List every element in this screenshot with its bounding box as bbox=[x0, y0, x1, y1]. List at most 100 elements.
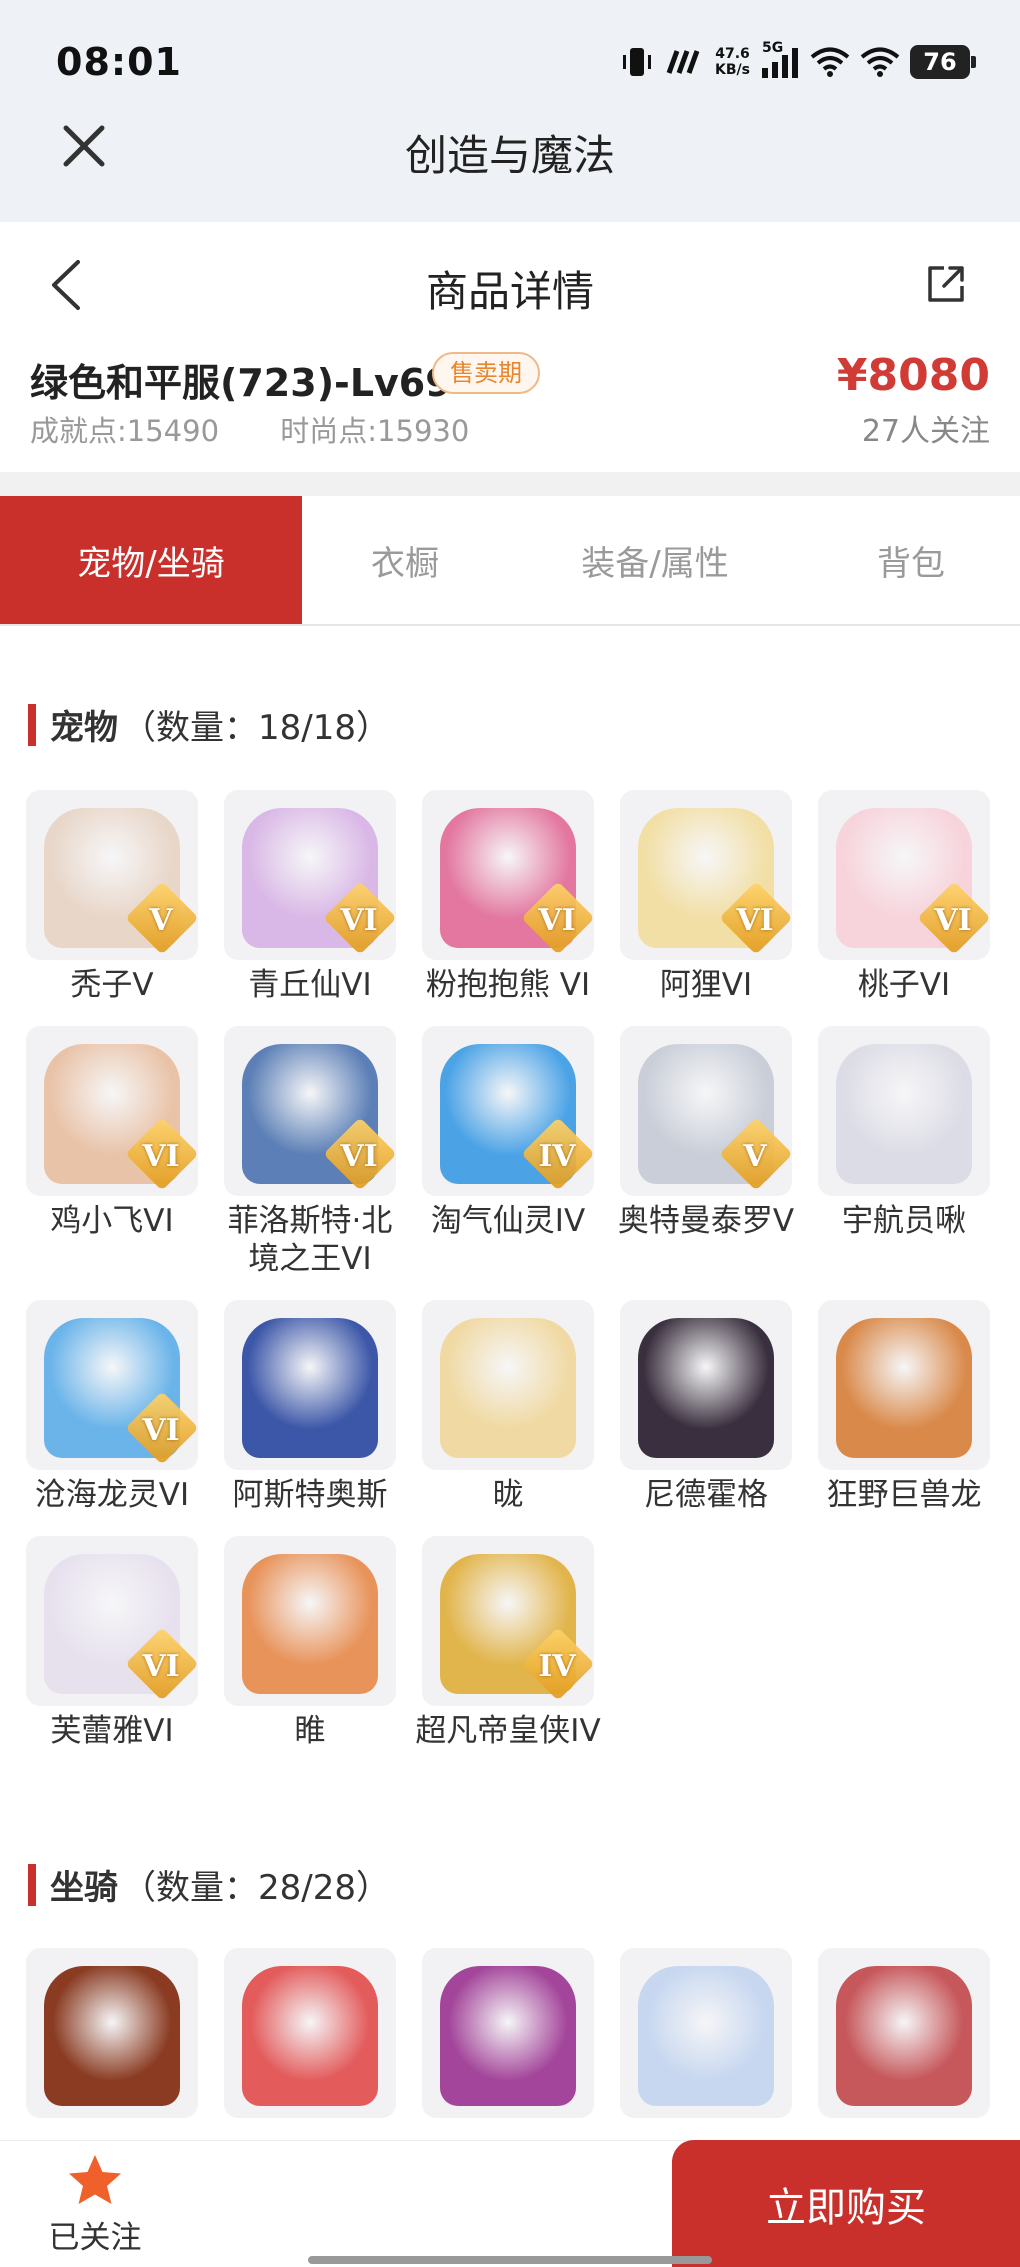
pet-card[interactable]: VI 阿狸VI bbox=[620, 790, 792, 1026]
pet-name: 阿斯特奥斯 bbox=[232, 1477, 388, 1513]
pets-count: （数量：18/18） bbox=[122, 708, 390, 748]
pet-image bbox=[638, 1318, 774, 1458]
tab-wardrobe[interactable]: 衣橱 bbox=[302, 496, 508, 624]
share-icon bbox=[928, 266, 964, 302]
pet-thumbnail: V bbox=[620, 1026, 792, 1196]
fashion-value: 15930 bbox=[377, 414, 470, 448]
pet-name: 菲洛斯特·北境之王VI bbox=[227, 1203, 393, 1277]
status-time: 08:01 bbox=[56, 40, 182, 84]
grade-badge-text: V bbox=[743, 1139, 767, 1174]
pet-card[interactable]: VI 菲洛斯特·北境之王VI bbox=[224, 1026, 396, 1300]
pet-name: 沧海龙灵VI bbox=[34, 1477, 190, 1513]
grade-badge-text: VI bbox=[340, 903, 378, 938]
pet-card[interactable]: VI 粉抱抱熊 VI bbox=[422, 790, 594, 1026]
mount-thumbnail bbox=[224, 1948, 396, 2118]
buy-now-button[interactable]: 立即购买 bbox=[672, 2140, 1020, 2267]
pet-name: 睢 bbox=[294, 1713, 326, 1749]
pet-card[interactable]: VI 青丘仙VI bbox=[224, 790, 396, 1026]
pet-card[interactable]: VI 沧海龙灵VI bbox=[26, 1300, 198, 1536]
pet-image bbox=[440, 1318, 576, 1458]
fashion-label: 时尚点: bbox=[280, 414, 378, 448]
nfc-icon bbox=[665, 44, 705, 80]
pet-thumbnail: VI bbox=[26, 1536, 198, 1706]
pet-thumbnail bbox=[620, 1300, 792, 1470]
pet-thumbnail: IV bbox=[422, 1536, 594, 1706]
pet-card[interactable]: VI 桃子VI bbox=[818, 790, 990, 1026]
pets-title: 宠物 bbox=[50, 708, 118, 748]
grade-badge-text: VI bbox=[142, 1649, 180, 1684]
pet-thumbnail bbox=[422, 1300, 594, 1470]
pet-thumbnail: VI bbox=[26, 1300, 198, 1470]
vibrate-icon bbox=[619, 44, 655, 80]
tab-equipment-attributes[interactable]: 装备/属性 bbox=[508, 496, 802, 624]
pet-card[interactable]: 宇航员啾 bbox=[818, 1026, 990, 1300]
grade-badge-text: VI bbox=[142, 1139, 180, 1174]
follow-label: 已关注 bbox=[48, 2220, 142, 2256]
pet-card[interactable]: VI 芙蕾雅VI bbox=[26, 1536, 198, 1810]
pet-image bbox=[836, 1318, 972, 1458]
mount-image bbox=[836, 1966, 972, 2106]
pet-card[interactable]: VI 鸡小飞VI bbox=[26, 1026, 198, 1300]
pet-name: 奥特曼泰罗V bbox=[617, 1203, 795, 1239]
pet-name: 昽 bbox=[492, 1477, 524, 1513]
item-price: ¥8080 bbox=[836, 350, 990, 401]
follower-count: 27人关注 bbox=[861, 414, 990, 449]
achievement-label: 成就点: bbox=[30, 414, 127, 448]
fashion-points: 时尚点:15930 bbox=[280, 414, 469, 448]
pet-name: 青丘仙VI bbox=[248, 967, 372, 1003]
pet-card[interactable]: 尼德霍格 bbox=[620, 1300, 792, 1536]
tab-backpack[interactable]: 背包 bbox=[802, 496, 1020, 624]
pet-card[interactable]: 狂野巨兽龙 bbox=[818, 1300, 990, 1536]
grade-badge-text: VI bbox=[538, 903, 576, 938]
pet-name: 桃子VI bbox=[857, 967, 951, 1003]
page-title: 商品详情 bbox=[425, 267, 594, 316]
grade-badge-text: V bbox=[149, 903, 173, 938]
pet-name: 狂野巨兽龙 bbox=[826, 1477, 982, 1513]
signal-label: 5G bbox=[762, 40, 784, 56]
follow-button[interactable]: 已关注 bbox=[40, 2152, 150, 2262]
grade-badge-text: VI bbox=[736, 903, 774, 938]
mount-image bbox=[44, 1966, 180, 2106]
section-marker bbox=[28, 1863, 36, 1906]
app-title: 创造与魔法 bbox=[404, 131, 615, 180]
achievement-value: 15490 bbox=[126, 414, 220, 448]
pet-card[interactable]: IV 超凡帝皇侠IV bbox=[415, 1536, 601, 1810]
pet-card[interactable]: 昽 bbox=[422, 1300, 594, 1536]
pet-thumbnail bbox=[224, 1300, 396, 1470]
pet-thumbnail: VI bbox=[26, 1026, 198, 1196]
pet-name: 鸡小飞VI bbox=[50, 1203, 174, 1239]
mount-thumbnail bbox=[26, 1948, 198, 2118]
share-button[interactable] bbox=[924, 262, 968, 306]
tab-pets-mounts[interactable]: 宠物/坐骑 bbox=[0, 496, 302, 624]
pet-image bbox=[242, 1318, 378, 1458]
status-bar: 08:01 47.6 KB/s 5G 76 bbox=[0, 0, 1020, 120]
pet-name: 淘气仙灵IV bbox=[430, 1203, 586, 1239]
battery-indicator: 76 bbox=[910, 45, 976, 79]
pet-grid: V 秃子V VI 青丘仙VI VI 粉抱抱熊 VI VI 阿狸VI VI 桃子VI VI 鸡小飞VI V… bbox=[26, 790, 996, 1810]
signal-5g-icon: 5G bbox=[760, 40, 800, 80]
grade-badge-text: VI bbox=[340, 1139, 378, 1174]
grade-badge-text: IV bbox=[538, 1649, 576, 1684]
pet-thumbnail: VI bbox=[818, 790, 990, 960]
network-speed-unit: KB/s bbox=[715, 62, 750, 78]
pet-thumbnail bbox=[818, 1300, 990, 1470]
grade-badge-text: VI bbox=[934, 903, 972, 938]
pet-card[interactable]: 睢 bbox=[224, 1536, 396, 1810]
mounts-section-title: 坐骑 （数量：28/28） bbox=[28, 1860, 390, 1909]
pet-card[interactable]: V 奥特曼泰罗V bbox=[618, 1026, 794, 1300]
pet-thumbnail: VI bbox=[224, 1026, 396, 1196]
pet-card[interactable]: 阿斯特奥斯 bbox=[224, 1300, 396, 1536]
pet-card[interactable]: V 秃子V bbox=[26, 790, 198, 1026]
pet-thumbnail: IV bbox=[422, 1026, 594, 1196]
home-indicator bbox=[308, 2256, 712, 2264]
mount-thumbnail bbox=[422, 1948, 594, 2118]
pet-thumbnail: V bbox=[26, 790, 198, 960]
network-speed-value: 47.6 bbox=[715, 46, 750, 62]
sale-status-badge: 售卖期 bbox=[432, 352, 540, 394]
wifi-secondary-icon bbox=[860, 44, 900, 80]
star-icon bbox=[69, 2155, 121, 2204]
item-name: 绿色和平服(723)-Lv69 bbox=[30, 361, 452, 405]
detail-tabs: 宠物/坐骑 衣橱 装备/属性 背包 bbox=[0, 496, 1020, 626]
mount-thumbnail bbox=[620, 1948, 792, 2118]
pet-card[interactable]: IV 淘气仙灵IV bbox=[422, 1026, 594, 1300]
